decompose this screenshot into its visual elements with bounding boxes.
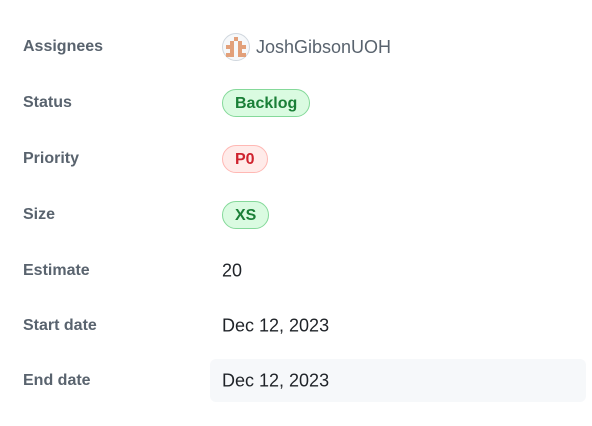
estimate-value[interactable]: 20 [222,261,242,282]
field-row-start-date[interactable]: Start date Dec 12, 2023 [0,304,592,348]
field-row-status[interactable]: Status Backlog [0,81,592,125]
field-row-estimate[interactable]: Estimate 20 [0,249,592,293]
assignee-value[interactable]: JoshGibsonUOH [222,33,391,61]
start-date-value[interactable]: Dec 12, 2023 [222,316,329,337]
assignee-name[interactable]: JoshGibsonUOH [256,37,391,58]
field-row-end-date[interactable]: End date Dec 12, 2023 [0,359,592,403]
field-label-size: Size [23,206,56,223]
field-label-status: Status [23,94,72,111]
project-fields-panel: Assignees JoshGibsonUOH Status Backlog P… [0,0,592,426]
field-label-assignees: Assignees [23,38,104,55]
field-label-end-date: End date [23,372,91,389]
avatar-icon[interactable] [222,33,250,61]
end-date-value[interactable]: Dec 12, 2023 [222,371,329,392]
status-badge[interactable]: Backlog [222,89,311,117]
field-label-start-date: Start date [23,317,97,334]
size-badge[interactable]: XS [222,201,270,229]
field-label-estimate: Estimate [23,262,90,279]
field-row-size[interactable]: Size XS [0,193,592,237]
field-row-priority[interactable]: Priority P0 [0,137,592,181]
field-label-priority: Priority [23,150,80,167]
field-row-assignees[interactable]: Assignees JoshGibsonUOH [0,25,592,69]
priority-badge[interactable]: P0 [222,145,268,173]
